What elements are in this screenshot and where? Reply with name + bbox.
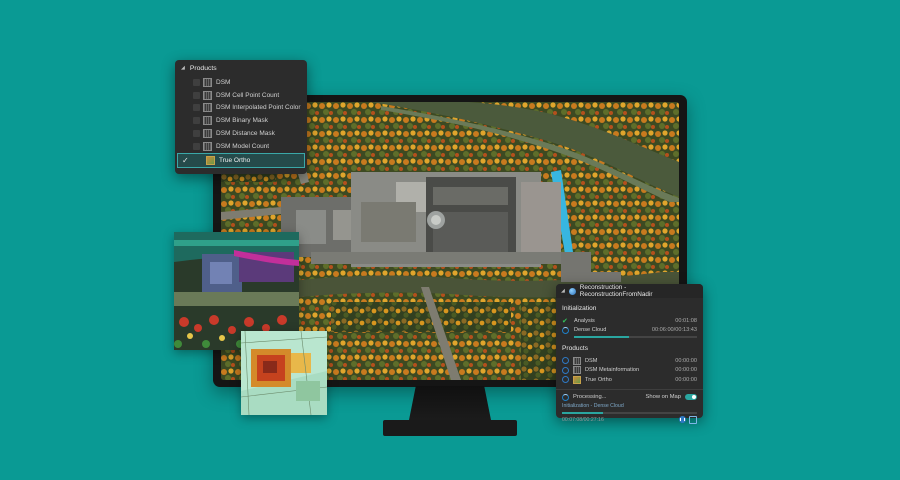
step-dense-cloud: Dense Cloud 00:06:00/00:13:43: [556, 326, 703, 336]
stage-text: Initialization - Dense Cloud: [562, 402, 624, 409]
raster-layer-icon: [573, 366, 581, 375]
product-item-dsm-binary-mask[interactable]: DSM Binary Mask: [175, 114, 307, 127]
product-true-ortho: True Ortho 00:00:00: [556, 375, 703, 385]
checkbox[interactable]: [193, 78, 200, 86]
products-section-title: Products: [562, 345, 589, 352]
products-panel: ◢ Products DSM DSM Cell Point Count DSM …: [175, 60, 307, 174]
checkbox[interactable]: [193, 130, 200, 138]
collapse-triangle-icon[interactable]: ◢: [181, 65, 185, 71]
product-item-label: True Ortho: [219, 156, 251, 164]
step-time: 00:06:00/00:13:43: [651, 327, 697, 334]
step-label: Analysis: [574, 317, 595, 324]
elapsed-row: 00:07:08/00:27:16: [556, 415, 703, 424]
ortho-map-thumbnail: [241, 331, 327, 415]
product-label: DSM Metainformation: [585, 367, 640, 374]
reconstruction-panel-title: Reconstruction - ReconstructionFromNadir: [579, 284, 653, 298]
product-dsm: DSM 00:00:00: [556, 356, 703, 366]
checkmark-icon[interactable]: ✓: [182, 156, 189, 165]
product-time: 00:00:00: [675, 357, 697, 364]
product-item-label: DSM: [216, 78, 231, 86]
product-item-dsm[interactable]: DSM: [175, 76, 307, 89]
product-dsm-metainformation: DSM Metainformation 00:00:00: [556, 366, 703, 376]
overall-progress-bar: [562, 411, 697, 414]
show-on-map-label: Show on Map: [645, 394, 681, 400]
raster-layer-icon: [203, 103, 212, 113]
step-label: Dense Cloud: [574, 327, 607, 334]
checkbox[interactable]: [193, 117, 200, 125]
reconstruction-panel-header[interactable]: ◢ Reconstruction - ReconstructionFromNad…: [556, 284, 703, 298]
pause-icon[interactable]: [679, 416, 686, 423]
product-item-label: DSM Binary Mask: [216, 117, 269, 125]
raster-layer-icon: [203, 129, 212, 139]
checkbox[interactable]: [193, 104, 200, 112]
pending-ring-icon: [562, 376, 569, 384]
raster-layer-icon: [203, 77, 212, 87]
product-item-dsm-model-count[interactable]: DSM Model Count: [175, 140, 307, 153]
pending-ring-icon: [562, 357, 569, 365]
products-panel-header[interactable]: ◢ Products: [175, 60, 307, 76]
product-item-dsm-cell-point-count[interactable]: DSM Cell Point Count: [175, 89, 307, 102]
show-on-map-toggle[interactable]: [685, 394, 697, 400]
spinner-icon: [562, 326, 569, 334]
collapse-triangle-icon[interactable]: ◢: [561, 288, 565, 294]
checkmark-icon: ✔: [562, 317, 568, 325]
globe-icon: [568, 287, 576, 295]
products-panel-title: Products: [189, 64, 217, 72]
elapsed-time: 00:07:08/00:27:16: [562, 416, 604, 423]
checkbox[interactable]: [193, 142, 200, 150]
product-time: 00:00:00: [675, 367, 697, 374]
raster-layer-icon: [203, 116, 212, 126]
ortho-layer-icon: [573, 375, 581, 384]
product-item-label: DSM Distance Mask: [216, 130, 275, 138]
product-item-dsm-interpolated-point-color[interactable]: DSM Interpolated Point Color: [175, 102, 307, 115]
monitor-stand-base: [383, 420, 517, 436]
dense-cloud-progress-bar: [574, 336, 697, 338]
pending-ring-icon: [562, 366, 569, 374]
initialization-section-title: Initialization: [562, 305, 597, 312]
progress-fill: [562, 411, 603, 414]
progress-fill: [574, 336, 630, 338]
product-item-true-ortho[interactable]: ✓ True Ortho: [177, 152, 305, 168]
reconstruction-panel: ◢ Reconstruction - ReconstructionFromNad…: [556, 284, 703, 424]
product-item-dsm-distance-mask[interactable]: DSM Distance Mask: [175, 127, 307, 140]
raster-layer-icon: [203, 90, 212, 100]
product-item-label: DSM Cell Point Count: [216, 91, 280, 99]
checkbox[interactable]: [193, 91, 200, 99]
map-pin-icon[interactable]: [689, 415, 697, 424]
raster-layer-icon: [573, 356, 581, 365]
product-item-label: DSM Model Count: [216, 142, 270, 150]
processing-row: Processing... Show on Map: [556, 390, 703, 401]
product-label: True Ortho: [585, 376, 612, 383]
ortho-layer-icon: [206, 155, 215, 165]
product-label: DSM: [585, 357, 598, 364]
step-analysis: ✔ Analysis 00:01:08: [556, 316, 703, 326]
processing-label: Processing...: [573, 394, 607, 400]
step-time: 00:01:08: [675, 317, 697, 324]
product-item-label: DSM Interpolated Point Color: [216, 104, 301, 112]
raster-layer-icon: [203, 141, 212, 151]
spinner-icon: [562, 393, 569, 401]
monitor-stand-neck: [408, 386, 492, 422]
product-time: 00:00:00: [675, 376, 697, 383]
